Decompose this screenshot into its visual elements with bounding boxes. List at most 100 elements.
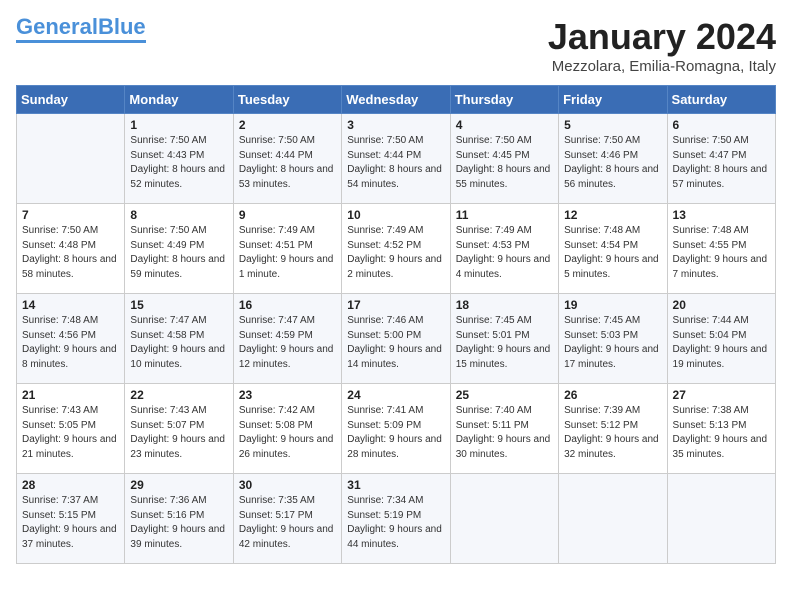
weekday-header-wednesday: Wednesday [342, 86, 450, 114]
day-number: 21 [22, 388, 119, 402]
day-number: 19 [564, 298, 661, 312]
day-number: 10 [347, 208, 444, 222]
day-info: Sunrise: 7:49 AMSunset: 4:53 PMDaylight:… [456, 224, 553, 282]
week-row-3: 14Sunrise: 7:48 AMSunset: 4:56 PMDayligh… [17, 294, 776, 384]
day-info: Sunrise: 7:38 AMSunset: 5:13 PMDaylight:… [673, 404, 770, 462]
day-number: 20 [673, 298, 770, 312]
day-info: Sunrise: 7:45 AMSunset: 5:03 PMDaylight:… [564, 314, 661, 372]
weekday-header-tuesday: Tuesday [233, 86, 341, 114]
day-info: Sunrise: 7:34 AMSunset: 5:19 PMDaylight:… [347, 494, 444, 552]
day-number: 6 [673, 118, 770, 132]
day-number: 11 [456, 208, 553, 222]
day-cell: 29 Sunrise: 7:36 AMSunset: 5:16 PMDayligh… [125, 474, 233, 564]
day-cell: 7Sunrise: 7:50 AMSunset: 4:48 PMDaylight… [17, 204, 125, 294]
day-info: Sunrise: 7:36 AMSunset: 5:16 PMDaylight:… [130, 494, 227, 552]
month-title: January 2024 [548, 16, 776, 58]
day-number: 16 [239, 298, 336, 312]
day-cell [559, 474, 667, 564]
day-number: 5 [564, 118, 661, 132]
day-cell: 5 Sunrise: 7:50 AMSunset: 4:46 PMDaylight… [559, 114, 667, 204]
day-info: Sunrise: 7:50 AMSunset: 4:44 PMDaylight:… [239, 134, 336, 192]
day-number: 1 [130, 118, 227, 132]
day-cell: 11 Sunrise: 7:49 AMSunset: 4:53 PMDayligh… [450, 204, 558, 294]
logo-text: GeneralBlue [16, 16, 146, 38]
day-number: 2 [239, 118, 336, 132]
day-number: 4 [456, 118, 553, 132]
day-cell: 8 Sunrise: 7:50 AMSunset: 4:49 PMDaylight… [125, 204, 233, 294]
weekday-header-sunday: Sunday [17, 86, 125, 114]
day-cell: 27 Sunrise: 7:38 AMSunset: 5:13 PMDayligh… [667, 384, 775, 474]
day-info: Sunrise: 7:43 AMSunset: 5:07 PMDaylight:… [130, 404, 227, 462]
day-info: Sunrise: 7:46 AMSunset: 5:00 PMDaylight:… [347, 314, 444, 372]
day-number: 31 [347, 478, 444, 492]
day-info: Sunrise: 7:50 AMSunset: 4:45 PMDaylight:… [456, 134, 553, 192]
day-number: 29 [130, 478, 227, 492]
logo-part2: Blue [98, 14, 146, 39]
day-info: Sunrise: 7:45 AMSunset: 5:01 PMDaylight:… [456, 314, 553, 372]
day-info: Sunrise: 7:50 AMSunset: 4:47 PMDaylight:… [673, 134, 770, 192]
day-info: Sunrise: 7:37 AMSunset: 5:15 PMDaylight:… [22, 494, 119, 552]
day-info: Sunrise: 7:35 AMSunset: 5:17 PMDaylight:… [239, 494, 336, 552]
day-number: 23 [239, 388, 336, 402]
day-cell: 19 Sunrise: 7:45 AMSunset: 5:03 PMDayligh… [559, 294, 667, 384]
day-cell: 10 Sunrise: 7:49 AMSunset: 4:52 PMDayligh… [342, 204, 450, 294]
day-info: Sunrise: 7:41 AMSunset: 5:09 PMDaylight:… [347, 404, 444, 462]
day-info: Sunrise: 7:50 AMSunset: 4:43 PMDaylight:… [130, 134, 227, 192]
day-info: Sunrise: 7:48 AMSunset: 4:55 PMDaylight:… [673, 224, 770, 282]
weekday-header-friday: Friday [559, 86, 667, 114]
weekday-header-thursday: Thursday [450, 86, 558, 114]
day-number: 27 [673, 388, 770, 402]
day-cell: 4 Sunrise: 7:50 AMSunset: 4:45 PMDaylight… [450, 114, 558, 204]
day-cell: 21Sunrise: 7:43 AMSunset: 5:05 PMDayligh… [17, 384, 125, 474]
day-cell: 13 Sunrise: 7:48 AMSunset: 4:55 PMDayligh… [667, 204, 775, 294]
day-number: 13 [673, 208, 770, 222]
logo-part1: General [16, 14, 98, 39]
day-number: 18 [456, 298, 553, 312]
day-cell: 9Sunrise: 7:49 AMSunset: 4:51 PMDaylight… [233, 204, 341, 294]
day-cell: 22 Sunrise: 7:43 AMSunset: 5:07 PMDayligh… [125, 384, 233, 474]
weekday-header-monday: Monday [125, 86, 233, 114]
day-number: 26 [564, 388, 661, 402]
day-number: 15 [130, 298, 227, 312]
day-info: Sunrise: 7:49 AMSunset: 4:52 PMDaylight:… [347, 224, 444, 282]
day-number: 17 [347, 298, 444, 312]
day-cell: 1 Sunrise: 7:50 AMSunset: 4:43 PMDaylight… [125, 114, 233, 204]
day-cell: 17 Sunrise: 7:46 AMSunset: 5:00 PMDayligh… [342, 294, 450, 384]
day-number: 3 [347, 118, 444, 132]
day-cell: 12 Sunrise: 7:48 AMSunset: 4:54 PMDayligh… [559, 204, 667, 294]
day-cell: 15 Sunrise: 7:47 AMSunset: 4:58 PMDayligh… [125, 294, 233, 384]
day-info: Sunrise: 7:50 AMSunset: 4:46 PMDaylight:… [564, 134, 661, 192]
day-cell: 18 Sunrise: 7:45 AMSunset: 5:01 PMDayligh… [450, 294, 558, 384]
day-info: Sunrise: 7:50 AMSunset: 4:49 PMDaylight:… [130, 224, 227, 282]
day-info: Sunrise: 7:48 AMSunset: 4:54 PMDaylight:… [564, 224, 661, 282]
page-header: GeneralBlue January 2024 Mezzolara, Emil… [16, 16, 776, 75]
day-cell: 2 Sunrise: 7:50 AMSunset: 4:44 PMDaylight… [233, 114, 341, 204]
day-number: 14 [22, 298, 119, 312]
day-info: Sunrise: 7:47 AMSunset: 4:58 PMDaylight:… [130, 314, 227, 372]
day-info: Sunrise: 7:42 AMSunset: 5:08 PMDaylight:… [239, 404, 336, 462]
day-cell: 14Sunrise: 7:48 AMSunset: 4:56 PMDayligh… [17, 294, 125, 384]
day-number: 12 [564, 208, 661, 222]
day-number: 8 [130, 208, 227, 222]
day-cell: 28Sunrise: 7:37 AMSunset: 5:15 PMDayligh… [17, 474, 125, 564]
day-cell [17, 114, 125, 204]
day-cell: 30 Sunrise: 7:35 AMSunset: 5:17 PMDayligh… [233, 474, 341, 564]
day-cell: 20 Sunrise: 7:44 AMSunset: 5:04 PMDayligh… [667, 294, 775, 384]
day-cell: 24Sunrise: 7:41 AMSunset: 5:09 PMDayligh… [342, 384, 450, 474]
weekday-header-saturday: Saturday [667, 86, 775, 114]
weekday-header-row: SundayMondayTuesdayWednesdayThursdayFrid… [17, 86, 776, 114]
day-number: 9 [239, 208, 336, 222]
week-row-2: 7Sunrise: 7:50 AMSunset: 4:48 PMDaylight… [17, 204, 776, 294]
day-cell: 6 Sunrise: 7:50 AMSunset: 4:47 PMDaylight… [667, 114, 775, 204]
day-info: Sunrise: 7:50 AMSunset: 4:44 PMDaylight:… [347, 134, 444, 192]
day-number: 22 [130, 388, 227, 402]
title-block: January 2024 Mezzolara, Emilia-Romagna, … [548, 16, 776, 75]
day-number: 30 [239, 478, 336, 492]
day-info: Sunrise: 7:50 AMSunset: 4:48 PMDaylight:… [22, 224, 119, 282]
day-number: 25 [456, 388, 553, 402]
day-info: Sunrise: 7:47 AMSunset: 4:59 PMDaylight:… [239, 314, 336, 372]
day-info: Sunrise: 7:40 AMSunset: 5:11 PMDaylight:… [456, 404, 553, 462]
day-info: Sunrise: 7:39 AMSunset: 5:12 PMDaylight:… [564, 404, 661, 462]
day-info: Sunrise: 7:44 AMSunset: 5:04 PMDaylight:… [673, 314, 770, 372]
week-row-4: 21Sunrise: 7:43 AMSunset: 5:05 PMDayligh… [17, 384, 776, 474]
